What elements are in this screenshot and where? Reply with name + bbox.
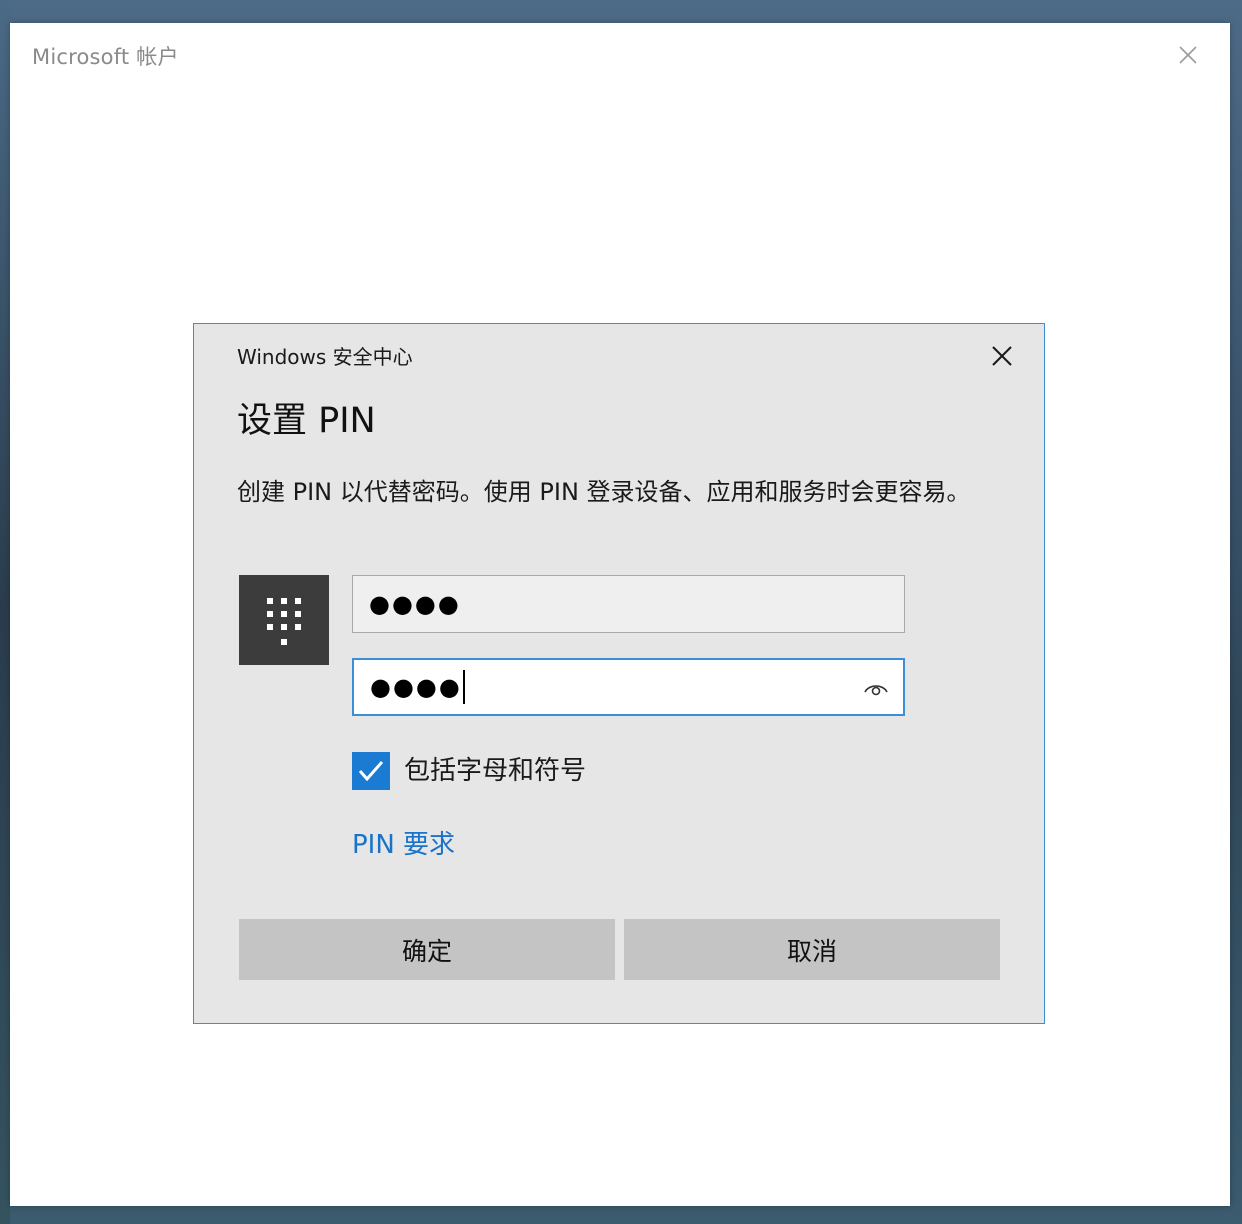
cancel-button[interactable]: 取消	[624, 919, 1000, 980]
pin-requirements-link[interactable]: PIN 要求	[352, 824, 455, 861]
close-icon	[992, 346, 1012, 366]
include-letters-label[interactable]: 包括字母和符号	[404, 752, 586, 790]
confirm-pin-input[interactable]: ●●●●	[352, 658, 905, 716]
ok-button[interactable]: 确定	[239, 919, 615, 980]
eye-icon[interactable]	[863, 677, 889, 701]
text-caret	[462, 670, 465, 704]
desktop-background	[0, 0, 10, 1224]
dialog-description: 创建 PIN 以代替密码。使用 PIN 登录设备、应用和服务时会更容易。	[237, 478, 971, 506]
new-pin-input[interactable]: ●●●●	[352, 575, 905, 633]
close-icon	[1179, 46, 1197, 64]
include-letters-checkbox[interactable]	[352, 752, 390, 790]
dialog-title: Windows 安全中心	[237, 345, 413, 369]
confirm-pin-value: ●●●●	[370, 673, 462, 701]
set-pin-dialog: Windows 安全中心 设置 PIN 创建 PIN 以代替密码。使用 PIN …	[193, 323, 1045, 1024]
dialog-close-button[interactable]	[986, 340, 1018, 372]
window-close-button[interactable]	[1172, 39, 1204, 71]
dialog-heading: 设置 PIN	[237, 401, 376, 441]
window-title: Microsoft 帐户	[32, 45, 179, 69]
keypad-tile	[239, 575, 329, 665]
keypad-icon	[267, 598, 301, 645]
new-pin-value: ●●●●	[369, 590, 461, 618]
checkmark-icon	[358, 761, 384, 782]
